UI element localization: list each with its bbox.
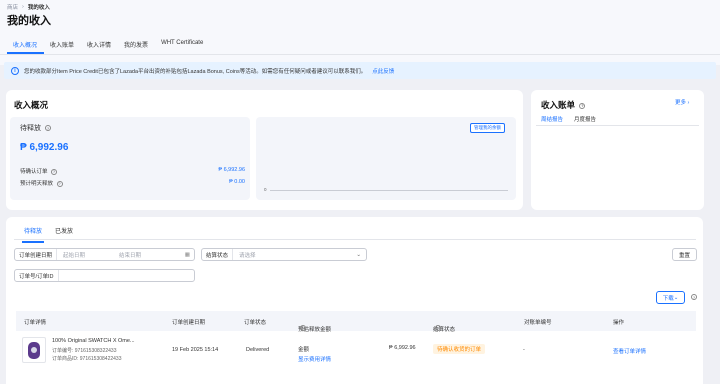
to-confirm-label: 待确认订单 xyxy=(20,169,48,175)
chevron-right-icon: › xyxy=(22,4,24,10)
tab-income-details[interactable]: 收入详情 xyxy=(81,38,118,54)
chart-zero-label: 0 xyxy=(264,187,267,192)
chart-axis xyxy=(270,190,508,191)
created-date: 19 Feb 2025 15:14 xyxy=(172,347,219,353)
expected-label: 预计明天释放 xyxy=(20,181,54,187)
settle-status-badge: 待确认收货的订单 xyxy=(433,344,486,354)
estimated-amount: ₱ 6,992.96 xyxy=(389,345,416,351)
info-icon: i xyxy=(11,66,19,75)
more-label: 更多 xyxy=(675,100,687,106)
table-header: 订单详情 订单创建日期 订单状态 预估释放金额? 结算状态? 对账单编号 操作 xyxy=(16,311,696,333)
tab-pending[interactable]: 待释放 xyxy=(22,226,45,243)
view-order-details-link[interactable]: 查看订单详情 xyxy=(613,347,646,355)
col-created-date: 订单创建日期 xyxy=(172,320,206,326)
calendar-icon[interactable]: ▦ xyxy=(185,252,190,258)
help-icon[interactable]: ? xyxy=(691,294,697,300)
tab-wht-certificate[interactable]: WHT Certificate xyxy=(155,38,210,54)
col-order-status: 订单状态 xyxy=(244,320,267,326)
chevron-right-icon: › xyxy=(687,100,690,106)
tab-my-invoices[interactable]: 我的发票 xyxy=(118,38,155,54)
table-row: 100% Original SWATCH X Ome... 订单编号: 9716… xyxy=(16,331,696,371)
chevron-down-icon: ⌄ xyxy=(673,294,679,301)
order-id-filter[interactable]: 订单号/订单ID xyxy=(14,269,195,282)
order-status: Delivered xyxy=(246,347,270,353)
settle-status-filter[interactable]: 结算状态 请选择 ⌄ xyxy=(201,248,367,261)
subtab-divider xyxy=(14,239,696,240)
statement-tab-divider xyxy=(536,125,699,126)
pending-label: 待释放 xyxy=(20,125,41,132)
tab-monthly-report[interactable]: 月度报告 xyxy=(574,115,596,123)
product-name[interactable]: 100% Original SWATCH X Ome... xyxy=(52,338,135,344)
breadcrumb-home[interactable]: 商店 xyxy=(7,3,18,11)
more-link[interactable]: 更多 › xyxy=(675,98,689,106)
pending-label-row: 待释放 ? xyxy=(20,123,51,133)
feedback-link[interactable]: 点此反馈 xyxy=(372,67,394,75)
breadcrumb: 商店 › 我的收入 xyxy=(7,3,50,11)
chevron-down-icon: ⌄ xyxy=(356,251,361,258)
end-date-input[interactable]: 结束日期 xyxy=(113,251,147,259)
expected-row: 预计明天释放 ? xyxy=(20,179,63,187)
order-number: 订单编号: 971615308322433 xyxy=(52,348,117,354)
to-confirm-row: 待确认订单 ? xyxy=(20,167,58,175)
col-statement-no: 对账单编号 xyxy=(524,320,552,326)
start-date-input[interactable]: 起始日期 xyxy=(57,251,91,259)
header-area xyxy=(0,0,720,65)
page-title: 我的收入 xyxy=(7,15,51,27)
order-item-id: 订单商品ID: 971615308422433 xyxy=(52,356,122,362)
settle-status-select[interactable]: 请选择 xyxy=(233,251,262,259)
expected-value: ₱ 0.00 xyxy=(229,179,245,185)
tab-divider xyxy=(0,54,720,55)
notice-text: 您的收款部分Item Price Credit已包含了Lazada平台出资的补贴… xyxy=(24,68,367,75)
overview-title: 收入概况 xyxy=(14,100,49,110)
help-icon[interactable]: ? xyxy=(56,180,63,187)
breadcrumb-current: 我的收入 xyxy=(27,5,50,11)
tab-income-statement[interactable]: 收入账单 xyxy=(44,38,81,54)
manage-balance-button[interactable]: 管理我的余额 xyxy=(470,123,505,133)
pending-amount: ₱ 6,992.96 xyxy=(20,142,69,153)
download-button[interactable]: 下载 ⌄ xyxy=(656,291,685,304)
created-date-filter[interactable]: 订单创建日期 起始日期 结束日期 ▦ xyxy=(14,248,195,261)
created-date-label: 订单创建日期 xyxy=(15,249,58,260)
download-label: 下载 xyxy=(662,295,674,302)
to-confirm-value: ₱ 6,992.96 xyxy=(218,167,245,173)
info-notice: i 您的收款部分Item Price Credit已包含了Lazada平台出资的… xyxy=(4,62,716,79)
statement-title: 收入账单 xyxy=(541,100,576,110)
help-icon[interactable]: ? xyxy=(44,125,51,132)
product-thumbnail[interactable] xyxy=(22,337,46,363)
tab-income-overview[interactable]: 收入概况 xyxy=(7,38,45,54)
amount-label: 金额 xyxy=(298,347,310,353)
statement-title-row: 收入账单 ? xyxy=(541,99,586,111)
col-order-details: 订单详情 xyxy=(24,320,47,326)
main-tabs: 收入概况 收入账单 收入详情 我的发票 WHT Certificate xyxy=(7,38,210,54)
col-actions: 操作 xyxy=(613,320,625,326)
settle-status-label: 结算状态 xyxy=(202,249,234,260)
tab-released[interactable]: 已发放 xyxy=(55,226,73,235)
show-fee-details-link[interactable]: 显示费用详情 ⌄ xyxy=(298,355,331,363)
statement-number: - xyxy=(523,347,525,353)
help-icon[interactable]: ? xyxy=(579,102,586,109)
reset-button[interactable]: 重置 xyxy=(672,248,697,261)
order-id-label: 订单号/订单ID xyxy=(15,270,59,281)
help-icon[interactable]: ? xyxy=(51,168,58,175)
